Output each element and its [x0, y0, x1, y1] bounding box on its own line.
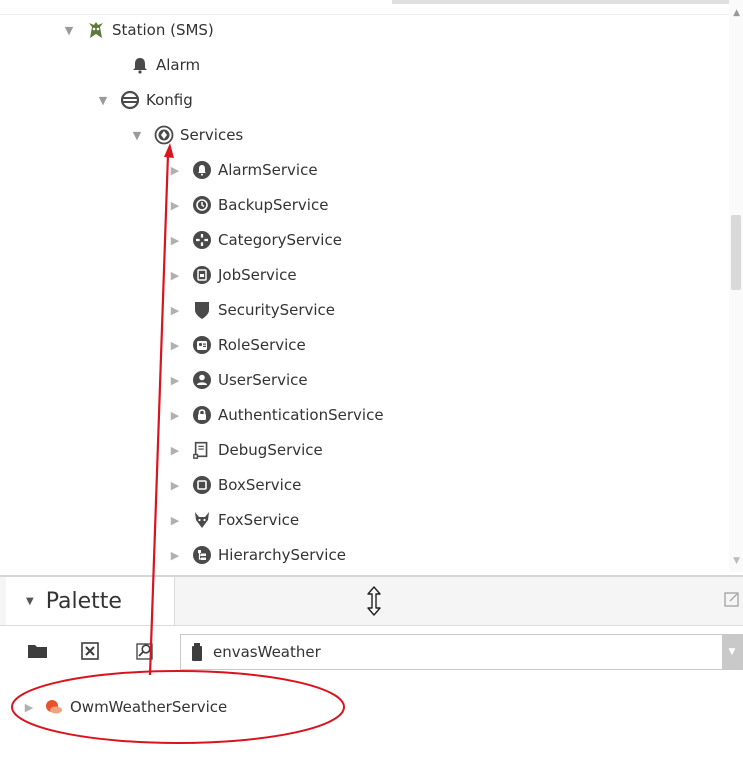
tree-top-edge — [0, 0, 743, 15]
palette-item-owmweatherservice[interactable]: ▶ OwmWeatherService — [22, 693, 228, 721]
lock-service-icon — [192, 405, 212, 425]
collapsed-arrow-icon[interactable]: ▶ — [168, 303, 182, 317]
tree-node-label: JobService — [218, 266, 297, 284]
module-select-value: envasWeather — [213, 643, 321, 661]
shield-icon — [192, 300, 212, 320]
dropdown-arrow-icon[interactable]: ▼ — [722, 635, 742, 669]
tree-node-label: Station (SMS) — [112, 21, 214, 39]
user-service-icon — [192, 370, 212, 390]
collapsed-arrow-icon[interactable]: ▶ — [168, 443, 182, 457]
collapsed-arrow-icon[interactable]: ▶ — [22, 700, 36, 714]
tree-node-foxservice[interactable]: ▶ FoxService — [168, 504, 299, 536]
tree-node-label: Konfig — [146, 91, 193, 109]
tree-node-securityservice[interactable]: ▶ SecurityService — [168, 294, 335, 326]
tree-node-boxservice[interactable]: ▶ BoxService — [168, 469, 301, 501]
palette-panel: ▼ Palette envasWeather ▼ ▶ OwmWeatherSer… — [0, 575, 743, 778]
hierarchy-service-icon — [192, 545, 212, 565]
maximize-icon[interactable] — [724, 591, 740, 611]
job-service-icon — [192, 265, 212, 285]
weather-service-icon — [44, 697, 64, 717]
debug-service-icon — [192, 440, 212, 460]
tree-node-label: UserService — [218, 371, 308, 389]
expand-arrow-icon[interactable]: ▼ — [62, 23, 76, 37]
scroll-down-icon[interactable]: ▼ — [733, 556, 740, 566]
tree-node-alarm[interactable]: Alarm — [130, 49, 200, 81]
palette-toolbar: envasWeather ▼ — [0, 626, 743, 676]
expand-arrow-icon[interactable]: ▼ — [96, 93, 110, 107]
close-palette-icon[interactable] — [78, 639, 102, 663]
tree-node-userservice[interactable]: ▶ UserService — [168, 364, 308, 396]
tree-node-hierarchyservice[interactable]: ▶ HierarchyService — [168, 539, 346, 571]
tree-node-label: HierarchyService — [218, 546, 346, 564]
collapsed-arrow-icon[interactable]: ▶ — [168, 233, 182, 247]
tab-palette[interactable]: ▼ Palette — [6, 577, 175, 625]
category-service-icon — [192, 230, 212, 250]
bell-icon — [130, 55, 150, 75]
collapsed-arrow-icon[interactable]: ▶ — [168, 478, 182, 492]
tree-scrollbar[interactable]: ▲ ▼ — [729, 0, 743, 572]
tree-node-label: AuthenticationService — [218, 406, 384, 424]
palette-item-label: OwmWeatherService — [70, 698, 228, 716]
navigation-tree: ▼ Station (SMS) Alarm ▼ Konfig ▼ Service… — [0, 0, 743, 572]
palette-tab-bar: ▼ Palette — [0, 577, 743, 626]
tree-node-konfig[interactable]: ▼ Konfig — [96, 84, 193, 116]
role-service-icon — [192, 335, 212, 355]
alarm-service-icon — [192, 160, 212, 180]
tree-node-label: RoleService — [218, 336, 306, 354]
tree-node-categoryservice[interactable]: ▶ CategoryService — [168, 224, 342, 256]
services-icon — [154, 125, 174, 145]
resize-vertical-icon[interactable] — [364, 585, 384, 621]
tree-node-label: BackupService — [218, 196, 329, 214]
palette-title: Palette — [45, 588, 122, 614]
module-select[interactable]: envasWeather ▼ — [180, 634, 743, 670]
scrollbar-thumb[interactable] — [731, 215, 741, 290]
tree-node-alarmservice[interactable]: ▶ AlarmService — [168, 154, 318, 186]
station-icon — [86, 20, 106, 40]
tree-node-jobservice[interactable]: ▶ JobService — [168, 259, 297, 291]
tree-node-label: Alarm — [156, 56, 201, 74]
tree-node-label: AlarmService — [218, 161, 318, 179]
tree-node-station[interactable]: ▼ Station (SMS) — [62, 14, 214, 46]
tab-menu-arrow-icon[interactable]: ▼ — [26, 596, 34, 607]
find-icon[interactable] — [132, 639, 156, 663]
scroll-up-icon[interactable]: ▲ — [733, 8, 740, 18]
collapsed-arrow-icon[interactable]: ▶ — [168, 513, 182, 527]
tree-node-authenticationservice[interactable]: ▶ AuthenticationService — [168, 399, 384, 431]
collapsed-arrow-icon[interactable]: ▶ — [168, 198, 182, 212]
collapsed-arrow-icon[interactable]: ▶ — [168, 373, 182, 387]
tree-node-debugservice[interactable]: ▶ DebugService — [168, 434, 323, 466]
open-folder-icon[interactable] — [26, 639, 50, 663]
collapsed-arrow-icon[interactable]: ▶ — [168, 268, 182, 282]
tree-node-label: CategoryService — [218, 231, 342, 249]
tree-node-services[interactable]: ▼ Services — [130, 119, 243, 151]
module-jar-icon — [191, 642, 203, 662]
box-service-icon — [192, 475, 212, 495]
tree-node-label: SecurityService — [218, 301, 336, 319]
tree-node-label: FoxService — [218, 511, 300, 529]
tree-node-label: Services — [180, 126, 244, 144]
tree-node-backupservice[interactable]: ▶ BackupService — [168, 189, 328, 221]
collapsed-arrow-icon[interactable]: ▶ — [168, 408, 182, 422]
collapsed-arrow-icon[interactable]: ▶ — [168, 163, 182, 177]
database-icon — [120, 90, 140, 110]
fox-icon — [192, 510, 212, 530]
collapsed-arrow-icon[interactable]: ▶ — [168, 338, 182, 352]
collapsed-arrow-icon[interactable]: ▶ — [168, 548, 182, 562]
tree-node-label: DebugService — [218, 441, 323, 459]
expand-arrow-icon[interactable]: ▼ — [130, 128, 144, 142]
tree-node-roleservice[interactable]: ▶ RoleService — [168, 329, 306, 361]
tree-node-label: BoxService — [218, 476, 302, 494]
backup-service-icon — [192, 195, 212, 215]
